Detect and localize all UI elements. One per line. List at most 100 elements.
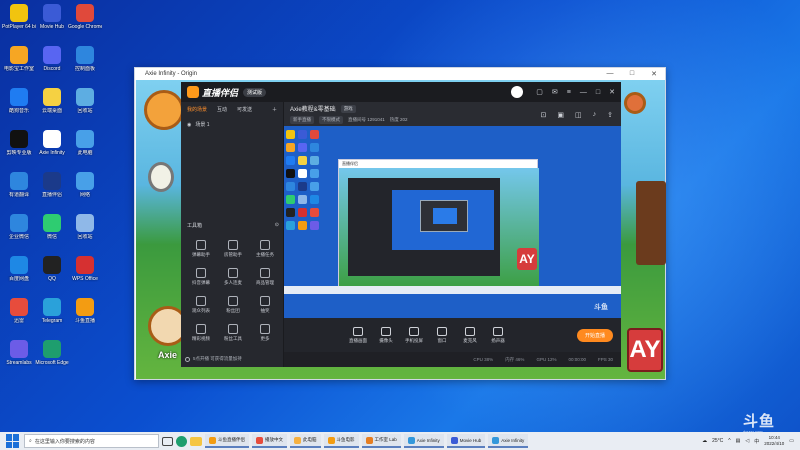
taskbar-app[interactable]: 工作室 Lab <box>361 434 401 448</box>
game-settings-icon[interactable] <box>624 92 646 114</box>
desktop-icon[interactable]: 网络 <box>68 172 102 198</box>
phone-cast-button[interactable]: 手机投屏 <box>400 326 428 344</box>
taskbar-app[interactable]: 此电脑 <box>290 434 321 448</box>
speaker-button[interactable]: 扬声器 <box>484 326 512 344</box>
microphone-button[interactable]: 麦克风 <box>456 326 484 344</box>
desktop-icon[interactable]: 直播伴侣 <box>35 172 69 198</box>
desktop-icon[interactable]: 此电脑 <box>68 130 102 156</box>
minimize-button[interactable]: — <box>599 70 621 78</box>
desktop-icon[interactable]: Telegram <box>35 298 69 324</box>
game-badge-icon[interactable] <box>144 90 184 130</box>
desktop-icon[interactable]: Streamlabs <box>2 340 36 366</box>
desktop-icon[interactable]: WPS Office <box>68 256 102 282</box>
tab-interaction[interactable]: 互动 <box>217 106 227 113</box>
taskbar-app[interactable]: 斗鱼电影 <box>323 434 359 448</box>
desktop-icon[interactable]: Axie Infinity <box>35 130 69 156</box>
desktop-icon[interactable]: Movie Hub <box>35 4 69 30</box>
desktop-icon[interactable]: Google Chrome <box>68 4 102 30</box>
desktop-icon[interactable]: 云端桌面 <box>35 88 69 114</box>
taskbar-search-input[interactable]: ⌕ 在这里输入你要搜索的内容 <box>24 434 159 448</box>
desktop-icon[interactable]: 酷狗音乐 <box>2 88 36 114</box>
desktop-icon[interactable]: 回收站 <box>68 214 102 240</box>
tray-chevron-icon[interactable]: ^ <box>728 438 730 444</box>
edge-icon[interactable] <box>176 435 187 447</box>
weather-icon[interactable]: ☁ <box>702 438 707 444</box>
save-icon[interactable]: ▣ <box>557 111 564 119</box>
maximize-button[interactable]: □ <box>621 70 643 78</box>
tool-item[interactable]: 粉丝团 <box>217 296 249 314</box>
tool-item[interactable]: 主播任务 <box>249 240 281 258</box>
app-icon <box>76 46 94 64</box>
tool-item[interactable]: 弹幕助手 <box>185 240 217 258</box>
taskbar-app[interactable]: Axie Infinity <box>403 434 444 448</box>
tool-item[interactable]: 房管助手 <box>217 240 249 258</box>
stream-meta-item[interactable]: 新手直播 <box>290 116 314 124</box>
taskbar-app[interactable]: 播放中文 <box>252 434 287 448</box>
game-menu-icon[interactable] <box>148 162 174 192</box>
add-scene-icon[interactable]: ＋ <box>272 106 277 113</box>
tool-item[interactable]: 粉丝工具 <box>217 324 249 342</box>
start-stream-button[interactable]: 开始直播 <box>576 328 613 342</box>
tool-item[interactable]: 抖音弹幕 <box>185 268 217 286</box>
gift-icon[interactable]: ▢ <box>536 88 543 96</box>
stream-meta-item[interactable]: 不限模式 <box>319 116 343 124</box>
taskbar-clock[interactable]: 10:44 2022/4/10 <box>764 435 784 447</box>
avatar[interactable] <box>511 86 524 98</box>
volume-icon[interactable]: ◁ <box>745 438 749 444</box>
message-icon[interactable]: ✉ <box>552 88 558 96</box>
desktop-icon[interactable]: Discord <box>35 46 69 72</box>
window-capture-button[interactable]: 窗口 <box>428 326 456 344</box>
notification-icon[interactable]: ▭ <box>789 438 794 444</box>
tool-item[interactable]: 观众列表 <box>185 296 217 314</box>
lock-icon[interactable]: ⊡ <box>541 111 547 119</box>
tool-item[interactable]: 精彩视频 <box>185 324 217 342</box>
close-button[interactable]: ✕ <box>643 70 665 78</box>
game-window-titlebar[interactable]: Axie Infinity - Origin — □ ✕ <box>135 68 665 80</box>
desktop-icon[interactable]: 百度网盘 <box>2 256 36 282</box>
stream-preview[interactable]: 直播伴侣 AY 斗鱼 <box>284 126 621 318</box>
tool-item[interactable]: 更多 <box>249 324 281 342</box>
tool-item[interactable]: 商品管理 <box>249 268 281 286</box>
taskbar-app[interactable]: Axie Infinity <box>488 434 529 448</box>
ime-icon[interactable]: 中 <box>754 438 759 445</box>
windows-start-icon[interactable] <box>6 434 20 448</box>
taskbar-app[interactable]: 斗鱼直播伴侣 <box>205 434 249 448</box>
game-play-button[interactable]: AY <box>627 328 663 372</box>
desktop-icon[interactable]: 电影宝工作室 <box>2 46 36 72</box>
tip-check-icon[interactable] <box>185 356 190 362</box>
tool-item[interactable]: 多人连麦 <box>217 268 249 286</box>
desktop-icon[interactable]: 控制面板 <box>68 46 102 72</box>
desktop-icon[interactable]: PotPlayer 64 bit <box>2 4 36 30</box>
desktop-icon[interactable]: 斗鱼直播 <box>68 298 102 324</box>
tab-send[interactable]: 可发送 <box>237 106 252 113</box>
bell-icon[interactable]: ♪ <box>593 111 597 119</box>
explorer-icon[interactable] <box>190 436 202 446</box>
scene-item[interactable]: ◉ 场景 1 <box>181 117 283 132</box>
desktop-icon[interactable]: 剪映专业版 <box>2 130 36 156</box>
desktop-icon[interactable]: 微信 <box>35 214 69 240</box>
share-icon[interactable]: ⇪ <box>607 111 613 119</box>
minimize-icon[interactable]: — <box>580 89 587 96</box>
desktop-icon[interactable]: 回收站 <box>68 88 102 114</box>
tool-item[interactable]: 抽奖 <box>249 296 281 314</box>
desktop-icon[interactable]: 企业微信 <box>2 214 36 240</box>
tab-scenes[interactable]: 我的场景 <box>187 106 207 113</box>
desktop-icon[interactable]: 迅雷 <box>2 298 36 324</box>
desktop-icon[interactable]: 有道翻译 <box>2 172 36 198</box>
desktop-icon[interactable]: Microsoft Edge <box>35 340 69 366</box>
close-icon[interactable]: ✕ <box>609 88 615 96</box>
task-view-icon[interactable] <box>162 436 173 446</box>
stream-category-tag[interactable]: 游戏 <box>340 104 356 113</box>
toolbox-toggle-icon[interactable]: ⊙ <box>275 222 279 229</box>
camera-button[interactable]: 摄像头 <box>372 326 400 344</box>
desktop-icon[interactable]: QQ <box>35 256 69 282</box>
layers-icon[interactable]: ◫ <box>575 111 582 119</box>
maximize-icon[interactable]: □ <box>596 89 600 96</box>
stream-title[interactable]: Axie教程&零基础 <box>290 104 336 113</box>
taskbar-app[interactable]: Movie Hub <box>446 434 486 448</box>
screen-capture-button[interactable]: 直播画面 <box>344 326 372 344</box>
menu-icon[interactable]: ≡ <box>567 89 571 96</box>
network-icon[interactable]: ▤ <box>736 438 741 444</box>
eye-icon[interactable]: ◉ <box>187 122 191 128</box>
app-icon <box>43 46 61 64</box>
